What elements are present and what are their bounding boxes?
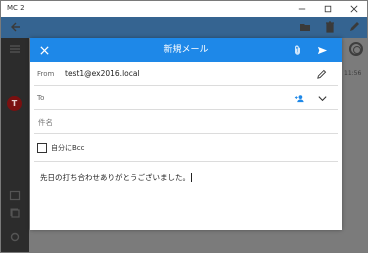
pencil-icon [316, 69, 326, 79]
minimize-button[interactable] [289, 1, 315, 17]
app-header [1, 17, 367, 38]
minimize-icon [298, 8, 306, 10]
text-caret [191, 173, 192, 182]
menu-icon[interactable] [8, 42, 22, 56]
bcc-checkbox[interactable] [37, 143, 47, 153]
subject-row [30, 110, 342, 134]
trash-icon[interactable] [323, 20, 337, 34]
add-person-icon [294, 94, 304, 102]
chevron-down-icon [317, 95, 327, 101]
copy-icon[interactable] [8, 206, 22, 220]
title-bar: MC 2 [1, 1, 367, 17]
edit-from-button[interactable] [314, 67, 328, 81]
divider [34, 133, 338, 134]
send-icon [317, 46, 327, 54]
compose-header: 新規メール [30, 38, 342, 62]
divider [34, 161, 338, 162]
add-contact-button[interactable] [292, 91, 306, 105]
message-body[interactable]: 先日の打ち合わせありがとうございました。 [40, 172, 192, 183]
maximize-button[interactable] [315, 1, 341, 17]
close-icon [350, 5, 358, 13]
bcc-toggle[interactable]: 自分にBcc [37, 142, 85, 154]
window-title: MC 2 [7, 4, 25, 12]
window-close-button[interactable] [341, 1, 367, 17]
from-label: From [37, 70, 55, 78]
nav-rail: T [1, 38, 29, 252]
subject-field[interactable] [38, 115, 328, 129]
folder-icon[interactable] [298, 20, 312, 34]
to-row: To [30, 86, 342, 110]
compose-dialog: 新規メール From test1@ex2016.local To 件名 自分にB… [30, 38, 342, 230]
app-window: MC 2 T 11:56 新規メール From test1@ex2016.loc… [0, 0, 368, 253]
calendar-icon[interactable] [8, 188, 22, 202]
settings-icon[interactable] [8, 230, 22, 244]
from-address: test1@ex2016.local [65, 69, 140, 78]
paperclip-icon [294, 45, 300, 55]
expand-recipients-button[interactable] [315, 91, 329, 105]
sync-icon[interactable] [349, 42, 363, 56]
to-field[interactable] [58, 91, 288, 105]
send-button[interactable] [315, 43, 329, 57]
to-label: To [37, 94, 45, 102]
message-time: 11:56 [344, 70, 362, 77]
from-row: From test1@ex2016.local [30, 62, 342, 86]
message-body-text: 先日の打ち合わせありがとうございました。 [40, 173, 190, 182]
bcc-label: 自分にBcc [51, 144, 85, 152]
avatar[interactable]: T [7, 96, 22, 111]
maximize-icon [324, 5, 332, 13]
attach-button[interactable] [290, 43, 304, 57]
pencil-icon[interactable] [347, 20, 361, 34]
back-icon[interactable] [9, 20, 23, 34]
